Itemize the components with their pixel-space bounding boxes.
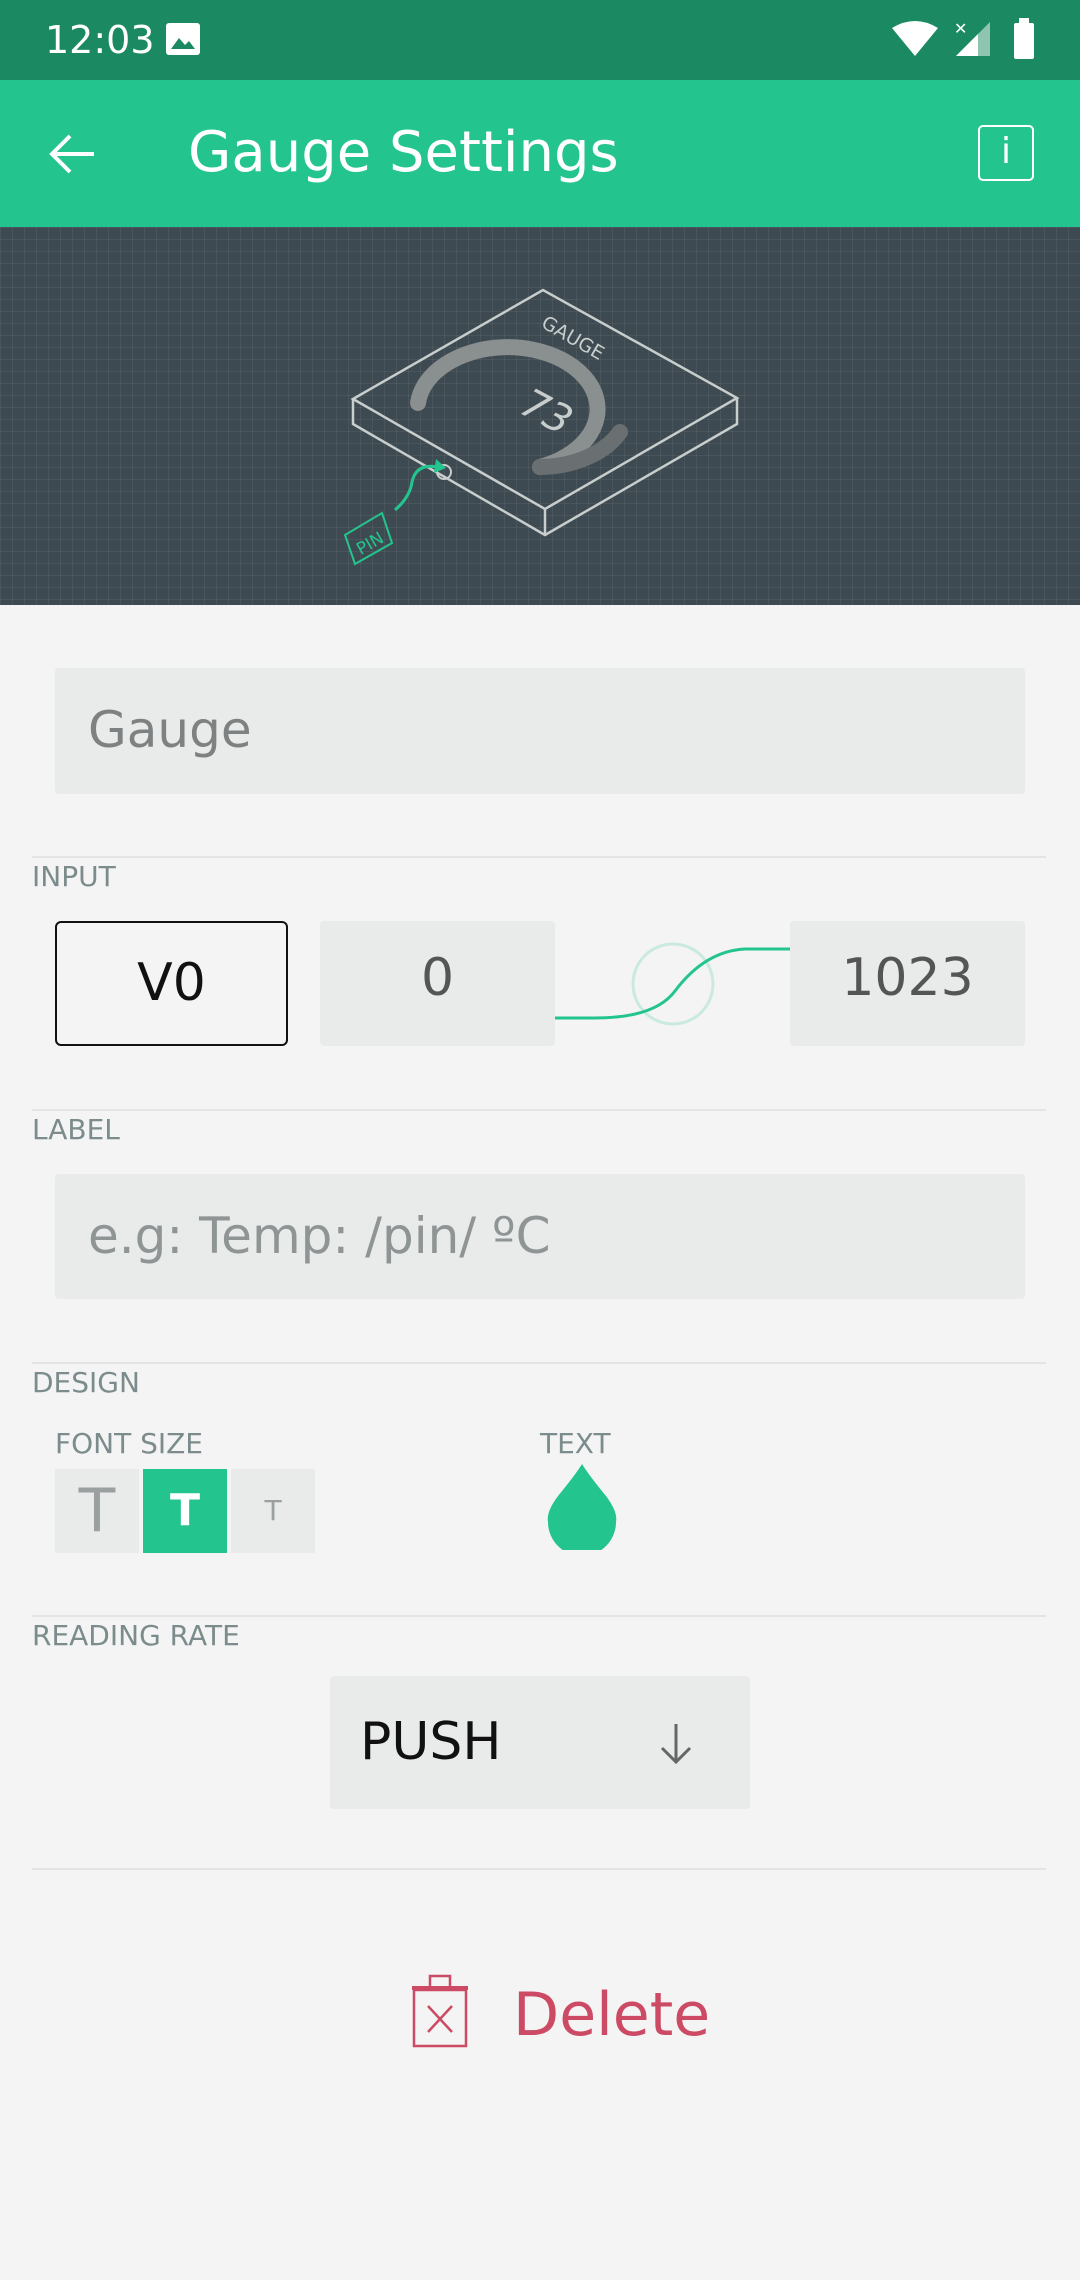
label-placeholder: e.g: Temp: /pin/ ºC (88, 1207, 551, 1265)
info-button[interactable]: i (978, 125, 1034, 181)
input-section-title: INPUT (32, 860, 116, 893)
font-size-medium-button[interactable]: T (143, 1469, 227, 1553)
info-icon: i (1000, 131, 1011, 172)
image-icon (166, 23, 200, 55)
widget-name-value: Gauge (88, 701, 252, 759)
reading-rate-value: PUSH (360, 1712, 502, 1772)
arrow-left-icon (49, 134, 94, 174)
max-value-field[interactable]: 1023 (790, 921, 1025, 1046)
battery-icon (1014, 18, 1034, 59)
design-section-title: DESIGN (32, 1366, 140, 1399)
pin-select-button[interactable]: V0 (55, 921, 288, 1046)
signal-icon: ✕ (954, 20, 990, 56)
trash-icon (412, 1974, 468, 2048)
svg-text:PIN: PIN (353, 528, 387, 559)
font-size-small-button[interactable]: T (55, 1469, 139, 1553)
back-button[interactable] (30, 102, 120, 202)
arrow-down-icon (660, 1724, 692, 1765)
status-time: 12:03 (45, 18, 155, 62)
reading-rate-title: READING RATE (32, 1619, 240, 1652)
mapping-curve (555, 942, 790, 1026)
color-drop-icon[interactable] (546, 1462, 618, 1550)
svg-text:73: 73 (513, 380, 580, 445)
font-size-label: FONT SIZE (55, 1427, 203, 1460)
label-section-title: LABEL (32, 1113, 120, 1146)
text-color-label: TEXT (540, 1427, 611, 1460)
divider (32, 856, 1046, 858)
page-title: Gauge Settings (188, 120, 619, 185)
divider (32, 1362, 1046, 1364)
gauge-illustration: 73 GAUGE PIN (343, 288, 740, 566)
delete-label: Delete (513, 1980, 711, 2050)
font-size-large-button[interactable]: T (231, 1469, 315, 1553)
divider (32, 1868, 1046, 1870)
divider (32, 1615, 1046, 1617)
widget-preview: 73 GAUGE PIN (0, 227, 1080, 605)
min-value-field[interactable]: 0 (320, 921, 555, 1046)
svg-text:✕: ✕ (954, 20, 967, 38)
divider (32, 1109, 1046, 1111)
wifi-icon (892, 21, 938, 56)
